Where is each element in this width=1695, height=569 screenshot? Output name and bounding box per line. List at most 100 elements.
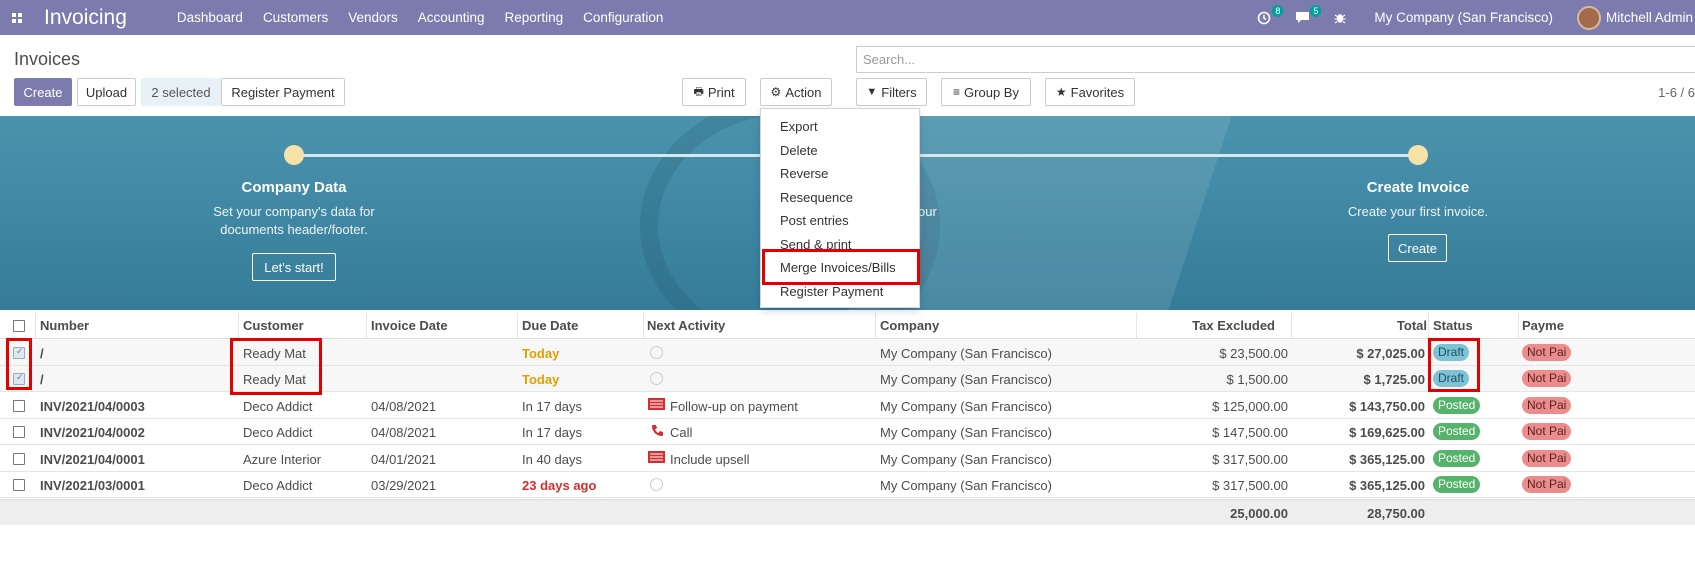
table-row[interactable]: INV/2021/04/0003 Deco Addict 04/08/2021 … [0, 393, 1695, 419]
step-middle-desc: our [918, 204, 937, 219]
col-company[interactable]: Company [880, 318, 939, 333]
menu-configuration[interactable]: Configuration [573, 10, 673, 25]
col-tax-excluded[interactable]: Tax Excluded [1192, 318, 1275, 333]
col-number[interactable]: Number [40, 318, 89, 333]
menu-item-register-payment[interactable]: Register Payment [780, 284, 883, 299]
payment-status-badge: Not Pai [1522, 344, 1572, 361]
row-checkbox[interactable] [13, 453, 25, 465]
menu-item-post-entries[interactable]: Post entries [780, 213, 849, 228]
table-row[interactable]: INV/2021/04/0001 Azure Interior 04/01/20… [0, 446, 1695, 472]
invoice-number: / [40, 346, 44, 361]
print-button[interactable]: 🖶 Print [682, 78, 746, 106]
row-checkbox[interactable] [13, 479, 25, 491]
menu-item-resequence[interactable]: Resequence [780, 190, 853, 205]
app-name[interactable]: Invoicing [44, 6, 127, 30]
due-date: In 40 days [522, 452, 582, 467]
search-input[interactable]: Search... [856, 46, 1695, 73]
row-checkbox[interactable] [13, 426, 25, 438]
col-next-activity[interactable]: Next Activity [647, 318, 725, 333]
menu-dashboard[interactable]: Dashboard [167, 10, 253, 25]
menu-item-export[interactable]: Export [780, 119, 818, 134]
invoice-number: / [40, 372, 44, 387]
col-due-date[interactable]: Due Date [522, 318, 578, 333]
create-button[interactable]: Create [14, 78, 72, 106]
company-switcher[interactable]: My Company (San Francisco) [1374, 10, 1553, 25]
col-invoice-date[interactable]: Invoice Date [371, 318, 448, 333]
highlight-merge-invoices [762, 249, 920, 285]
upload-button[interactable]: Upload [77, 78, 136, 106]
col-total[interactable]: Total [1397, 318, 1427, 333]
invoice-number: INV/2021/04/0003 [40, 399, 145, 414]
table-footer-totals: 25,000.00 28,750.00 [0, 499, 1695, 525]
status-badge: Posted [1433, 423, 1481, 440]
clock-icon[interactable] [650, 346, 663, 359]
due-date: Today [522, 346, 560, 361]
col-payment-status[interactable]: Payme [1522, 318, 1564, 333]
menu-vendors[interactable]: Vendors [338, 10, 408, 25]
email-activity-icon[interactable] [648, 451, 665, 466]
company-name: My Company (San Francisco) [880, 425, 1052, 440]
menu-item-reverse[interactable]: Reverse [780, 166, 828, 181]
activity-count-badge: 8 [1272, 4, 1284, 17]
menu-item-delete[interactable]: Delete [780, 143, 818, 158]
menu-reporting[interactable]: Reporting [495, 10, 574, 25]
banner-create-button[interactable]: Create [1388, 234, 1447, 262]
table-row[interactable]: INV/2021/04/0002 Deco Addict 04/08/2021 … [0, 419, 1695, 445]
tax-excluded: $ 317,500.00 [1212, 452, 1288, 467]
total: $ 1,725.00 [1363, 372, 1425, 387]
invoice-number: INV/2021/04/0001 [40, 452, 145, 467]
next-activity: Include upsell [670, 452, 750, 467]
action-label: Action [785, 84, 822, 100]
messages-icon[interactable]: 5 [1292, 4, 1322, 28]
highlight-draft-status [1428, 338, 1480, 392]
favorites-label: Favorites [1070, 84, 1125, 100]
list-icon: ≡ [953, 85, 961, 99]
main-menu: Dashboard Customers Vendors Accounting R… [167, 10, 674, 25]
filters-button[interactable]: ▼ Filters [856, 78, 927, 106]
highlight-selected-checkboxes [6, 338, 32, 390]
group-by-button[interactable]: ≡ Group By [941, 78, 1031, 106]
row-checkbox[interactable] [13, 400, 25, 412]
company-name: My Company (San Francisco) [880, 372, 1052, 387]
menu-accounting[interactable]: Accounting [408, 10, 495, 25]
payment-status-badge: Not Pai [1522, 450, 1572, 467]
col-customer[interactable]: Customer [243, 318, 304, 333]
menu-customers[interactable]: Customers [253, 10, 338, 25]
select-all-checkbox[interactable] [13, 320, 25, 332]
due-date: 23 days ago [522, 478, 597, 493]
tax-excluded: $ 1,500.00 [1226, 372, 1288, 387]
activity-icon[interactable]: 8 [1254, 4, 1284, 28]
step-company-data-desc: documents header/footer. [220, 222, 368, 237]
group-by-label: Group By [964, 84, 1019, 100]
filter-icon: ▼ [866, 86, 878, 98]
sum-tax-excluded: 25,000.00 [1230, 506, 1288, 521]
selected-count: 2 selected [141, 78, 221, 106]
tax-excluded: $ 23,500.00 [1219, 346, 1288, 361]
debug-bug-icon[interactable] [1330, 8, 1350, 28]
register-payment-button[interactable]: Register Payment [221, 78, 345, 106]
status-badge: Posted [1433, 450, 1481, 467]
email-activity-icon[interactable] [648, 398, 665, 413]
apps-menu-icon[interactable] [0, 0, 34, 35]
tax-excluded: $ 147,500.00 [1212, 425, 1288, 440]
invoice-date: 04/01/2021 [371, 452, 437, 467]
invoice-date: 04/08/2021 [371, 425, 437, 440]
payment-status-badge: Not Pai [1522, 397, 1572, 414]
step-company-data-dot [284, 145, 304, 165]
clock-icon[interactable] [650, 372, 663, 385]
print-label: Print [707, 84, 735, 100]
payment-status-badge: Not Pai [1522, 423, 1572, 440]
lets-start-button[interactable]: Let's start! [252, 253, 336, 281]
favorites-button[interactable]: ★ Favorites [1045, 78, 1135, 106]
action-button[interactable]: ⚙ Action [760, 78, 832, 106]
customer-name: Deco Addict [243, 425, 313, 440]
user-avatar[interactable] [1576, 5, 1601, 30]
user-menu[interactable]: Mitchell Admin [1606, 10, 1693, 25]
phone-activity-icon[interactable] [651, 424, 664, 440]
col-status[interactable]: Status [1433, 318, 1473, 333]
step-company-data-title: Company Data [241, 179, 347, 196]
clock-icon[interactable] [650, 478, 663, 491]
table-row[interactable]: INV/2021/03/0001 Deco Addict 03/29/2021 … [0, 472, 1695, 498]
tax-excluded: $ 317,500.00 [1212, 478, 1288, 493]
pager-value[interactable]: 1-6 / 6 [1658, 85, 1695, 100]
